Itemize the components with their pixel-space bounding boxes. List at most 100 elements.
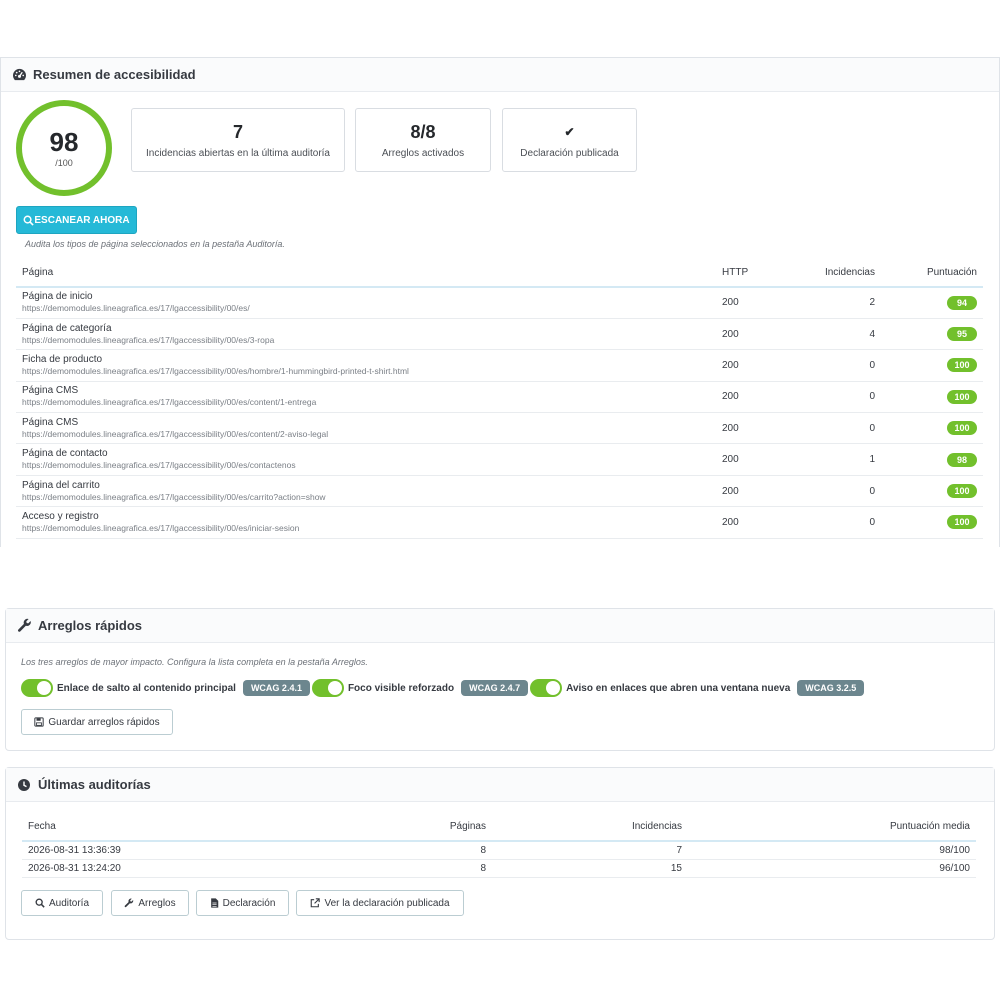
issue-count: 0 bbox=[786, 412, 881, 445]
score-cell: 100 bbox=[881, 412, 983, 445]
toggle-skip-link[interactable] bbox=[21, 679, 53, 697]
checkmark-icon: ✔ bbox=[564, 124, 575, 139]
page-name: Página CMS bbox=[22, 416, 79, 428]
score-cell: 98 bbox=[881, 443, 983, 476]
stat-value: 7 bbox=[232, 121, 243, 142]
table-row: Ficha de producto https://demomodules.lin… bbox=[16, 349, 983, 382]
page-url[interactable]: https://demomodules.lineagrafica.es/17/l… bbox=[22, 523, 710, 534]
page-cell: Página de inicio https://demomodules.line… bbox=[16, 287, 716, 319]
audits-heading: Últimas auditorías bbox=[6, 768, 994, 802]
score-value: 98 bbox=[49, 126, 79, 157]
toggle-knob bbox=[327, 681, 342, 695]
issue-count: 1 bbox=[786, 443, 881, 476]
latest-audits-panel: Últimas auditorías Fecha Páginas Inciden… bbox=[5, 767, 995, 940]
score-cell: 100 bbox=[881, 475, 983, 508]
page-cell: Página CMS https://demomodules.lineagrafi… bbox=[16, 381, 716, 414]
http-status: 200 bbox=[716, 475, 786, 508]
stat-fixes-enabled: 8/8 Arreglos activados bbox=[355, 108, 491, 172]
declaration-tab-button[interactable]: Declaración bbox=[196, 890, 289, 916]
score-badge: 100 bbox=[947, 515, 977, 530]
fix-label: Aviso en enlaces que abren una ventana n… bbox=[566, 682, 791, 694]
page-url[interactable]: https://demomodules.lineagrafica.es/17/l… bbox=[22, 397, 710, 408]
dashboard-gauge-icon bbox=[11, 67, 27, 83]
page-url[interactable]: https://demomodules.lineagrafica.es/17/l… bbox=[22, 303, 710, 314]
fix-label: Foco visible reforzado bbox=[347, 682, 455, 694]
document-icon bbox=[210, 898, 218, 908]
audit-issues: 7 bbox=[492, 841, 688, 860]
page-url[interactable]: https://demomodules.lineagrafica.es/17/l… bbox=[22, 366, 710, 377]
view-declaration-label: Ver la declaración publicada bbox=[324, 897, 450, 909]
table-header-row: Fecha Páginas Incidencias Puntuación med… bbox=[22, 813, 976, 842]
page-name: Página del carrito bbox=[22, 479, 100, 491]
floppy-disk-icon bbox=[34, 717, 45, 727]
page-url[interactable]: https://demomodules.lineagrafica.es/17/l… bbox=[22, 335, 710, 346]
score-cell: 100 bbox=[881, 349, 983, 382]
table-row: Página de inicio https://demomodules.line… bbox=[16, 287, 983, 319]
page-url[interactable]: https://demomodules.lineagrafica.es/17/l… bbox=[22, 429, 710, 440]
stat-label: Declaración publicada bbox=[520, 147, 619, 159]
stat-declaration: ✔ Declaración publicada bbox=[502, 108, 637, 172]
page-cell: Página CMS https://demomodules.lineagrafi… bbox=[16, 412, 716, 445]
audit-tab-label: Auditoría bbox=[48, 897, 90, 909]
score-badge: 100 bbox=[947, 484, 977, 499]
page-cell: Acceso y registro https://demomodules.lin… bbox=[16, 506, 716, 539]
score-badge: 94 bbox=[947, 295, 977, 310]
pages-table: Página HTTP Incidencias Puntuación Págin… bbox=[16, 259, 983, 539]
http-status: 200 bbox=[716, 506, 786, 539]
toggle-new-window-warning[interactable] bbox=[530, 679, 563, 697]
stat-label: Arreglos activados bbox=[381, 147, 465, 159]
wrench-icon bbox=[16, 618, 32, 634]
save-quick-fixes-button[interactable]: Guardar arreglos rápidos bbox=[21, 709, 173, 735]
http-status: 200 bbox=[716, 412, 786, 445]
score-cell: 94 bbox=[881, 287, 983, 319]
score-max: /100 bbox=[55, 157, 73, 168]
audit-date: 2026-08-31 13:24:20 bbox=[22, 859, 342, 878]
table-row: Página de categoría https://demomodules.l… bbox=[16, 318, 983, 351]
page-name: Página de categoría bbox=[22, 322, 112, 334]
col-pages: Páginas bbox=[342, 813, 492, 842]
issue-count: 0 bbox=[786, 381, 881, 414]
table-row: 2026-08-31 13:24:20 8 15 96/100 bbox=[22, 859, 976, 878]
issue-count: 0 bbox=[786, 506, 881, 539]
table-row: 2026-08-31 13:36:39 8 7 98/100 bbox=[22, 841, 976, 860]
audit-avg: 98/100 bbox=[688, 841, 976, 860]
toggle-knob bbox=[37, 681, 51, 695]
fixes-tab-button[interactable]: Arreglos bbox=[111, 890, 189, 916]
page-url[interactable]: https://demomodules.lineagrafica.es/17/l… bbox=[22, 492, 710, 503]
audit-issues: 15 bbox=[492, 859, 688, 878]
search-icon bbox=[35, 898, 45, 908]
col-date: Fecha bbox=[22, 813, 342, 842]
wcag-badge: WCAG 2.4.1 bbox=[242, 680, 310, 696]
audit-pages: 8 bbox=[342, 841, 492, 860]
stat-open-issues: 7 Incidencias abiertas en la última audi… bbox=[131, 108, 345, 172]
table-row: Página de contacto https://demomodules.li… bbox=[16, 443, 983, 476]
score-badge: 100 bbox=[947, 421, 977, 436]
http-status: 200 bbox=[716, 381, 786, 414]
page-url[interactable]: https://demomodules.lineagrafica.es/17/l… bbox=[22, 460, 710, 471]
audits-title: Últimas auditorías bbox=[38, 777, 151, 792]
table-header-row: Página HTTP Incidencias Puntuación bbox=[16, 259, 983, 288]
clock-icon bbox=[16, 777, 32, 793]
wcag-badge: WCAG 2.4.7 bbox=[461, 680, 529, 696]
view-published-declaration-button[interactable]: Ver la declaración publicada bbox=[296, 890, 464, 916]
page-cell: Ficha de producto https://demomodules.lin… bbox=[16, 349, 716, 382]
http-status: 200 bbox=[716, 287, 786, 319]
scan-now-button[interactable]: ESCANEAR AHORA bbox=[16, 206, 137, 234]
toggle-visible-focus[interactable] bbox=[311, 679, 344, 697]
quickfixes-hint: Los tres arreglos de mayor impacto. Conf… bbox=[21, 657, 368, 667]
table-row: Página del carrito https://demomodules.li… bbox=[16, 475, 983, 508]
http-status: 200 bbox=[716, 318, 786, 351]
stat-value: 8/8 bbox=[410, 121, 436, 142]
table-row: Página CMS https://demomodules.lineagrafi… bbox=[16, 381, 983, 414]
page-cell: Página del carrito https://demomodules.li… bbox=[16, 475, 716, 508]
audit-tab-button[interactable]: Auditoría bbox=[21, 890, 103, 916]
col-issues: Incidencias bbox=[786, 259, 881, 288]
col-page: Página bbox=[16, 259, 716, 288]
external-link-icon bbox=[311, 898, 321, 908]
toggle-knob bbox=[546, 681, 561, 695]
score-badge: 100 bbox=[947, 389, 977, 404]
summary-heading: Resumen de accesibilidad bbox=[1, 58, 999, 92]
page-name: Página CMS bbox=[22, 385, 79, 397]
declaration-tab-label: Declaración bbox=[222, 897, 276, 909]
scan-hint: Audita los tipos de página seleccionados… bbox=[25, 239, 285, 249]
